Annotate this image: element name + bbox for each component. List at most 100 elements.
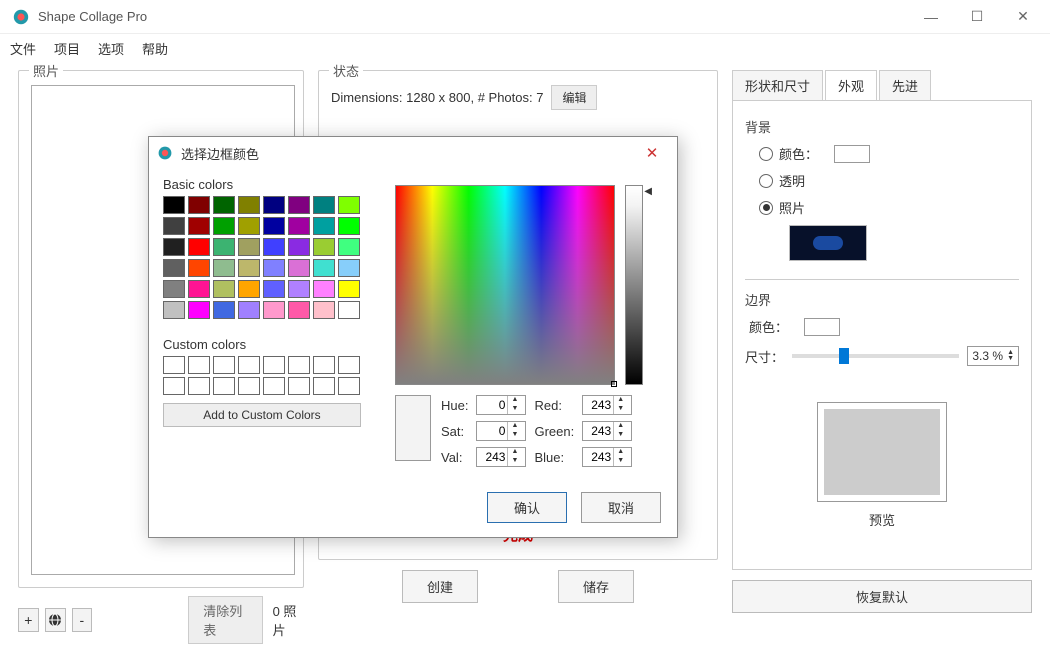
basic-swatch[interactable] [313,280,335,298]
custom-swatch[interactable] [338,377,360,395]
menu-project[interactable]: 项目 [54,39,80,58]
tab-shape-size[interactable]: 形状和尺寸 [732,70,823,101]
bg-color-radio[interactable] [759,147,773,161]
basic-swatch[interactable] [163,259,185,277]
basic-swatch[interactable] [238,196,260,214]
clear-list-button[interactable]: 清除列表 [188,596,262,644]
custom-swatch[interactable] [338,356,360,374]
basic-swatch[interactable] [263,259,285,277]
basic-swatch[interactable] [288,196,310,214]
basic-swatch[interactable] [188,259,210,277]
basic-swatch[interactable] [188,280,210,298]
basic-swatch[interactable] [238,301,260,319]
basic-swatch[interactable] [213,196,235,214]
edit-button[interactable]: 编辑 [551,85,597,110]
cancel-button[interactable]: 取消 [581,492,661,523]
basic-swatch[interactable] [213,280,235,298]
custom-swatch[interactable] [288,377,310,395]
custom-swatch[interactable] [213,356,235,374]
menu-file[interactable]: 文件 [10,39,36,58]
maximize-button[interactable]: ☐ [954,2,1000,32]
basic-swatch[interactable] [188,238,210,256]
custom-swatch[interactable] [188,377,210,395]
spin-down-icon[interactable]: ▼ [1007,356,1014,362]
custom-swatch[interactable] [288,356,310,374]
basic-swatch[interactable] [163,217,185,235]
basic-swatch[interactable] [338,238,360,256]
value-strip[interactable]: ◀ [625,185,643,385]
green-input[interactable]: ▲▼ [582,421,632,441]
basic-swatch[interactable] [338,280,360,298]
add-to-custom-button[interactable]: Add to Custom Colors [163,403,361,427]
color-gradient-picker[interactable] [395,185,615,385]
bg-photo-thumb[interactable] [789,225,867,261]
basic-swatch[interactable] [338,217,360,235]
custom-swatch[interactable] [163,356,185,374]
blue-input[interactable]: ▲▼ [582,447,632,467]
tab-advanced[interactable]: 先进 [879,70,931,101]
custom-swatch[interactable] [263,377,285,395]
basic-swatch[interactable] [213,217,235,235]
custom-swatch[interactable] [238,356,260,374]
hue-input[interactable]: ▲▼ [476,395,526,415]
basic-swatch[interactable] [163,238,185,256]
size-value-input[interactable]: 3.3 % ▲▼ [967,346,1019,366]
basic-swatch[interactable] [263,301,285,319]
create-button[interactable]: 创建 [402,570,478,603]
basic-swatch[interactable] [213,238,235,256]
basic-swatch[interactable] [263,196,285,214]
size-slider[interactable] [792,354,959,358]
border-color-swatch[interactable] [804,318,840,336]
basic-swatch[interactable] [188,301,210,319]
custom-swatch[interactable] [263,356,285,374]
basic-swatch[interactable] [163,301,185,319]
basic-swatch[interactable] [288,259,310,277]
basic-swatch[interactable] [238,259,260,277]
bg-photo-radio[interactable] [759,201,773,215]
basic-swatch[interactable] [338,301,360,319]
basic-swatch[interactable] [188,196,210,214]
close-button[interactable]: ✕ [1000,2,1046,32]
basic-swatch[interactable] [288,217,310,235]
custom-swatch[interactable] [213,377,235,395]
bg-transparent-radio[interactable] [759,174,773,188]
add-photo-button[interactable]: + [18,608,39,632]
dialog-close-button[interactable]: ✕ [635,141,669,165]
basic-swatch[interactable] [288,280,310,298]
val-input[interactable]: ▲▼ [476,447,526,467]
basic-swatch[interactable] [288,301,310,319]
bg-color-swatch[interactable] [834,145,870,163]
basic-swatch[interactable] [313,217,335,235]
basic-swatch[interactable] [238,280,260,298]
restore-defaults-button[interactable]: 恢复默认 [732,580,1032,613]
save-button[interactable]: 储存 [558,570,634,603]
basic-swatch[interactable] [313,301,335,319]
basic-swatch[interactable] [213,259,235,277]
menu-options[interactable]: 选项 [98,39,124,58]
basic-swatch[interactable] [263,238,285,256]
basic-swatch[interactable] [313,196,335,214]
red-input[interactable]: ▲▼ [582,395,632,415]
basic-swatch[interactable] [288,238,310,256]
basic-swatch[interactable] [313,259,335,277]
custom-swatch[interactable] [163,377,185,395]
basic-swatch[interactable] [213,301,235,319]
minimize-button[interactable]: ― [908,2,954,32]
custom-swatch[interactable] [188,356,210,374]
custom-swatch[interactable] [313,356,335,374]
custom-swatch[interactable] [238,377,260,395]
tab-appearance[interactable]: 外观 [825,70,877,101]
basic-swatch[interactable] [263,217,285,235]
basic-swatch[interactable] [163,196,185,214]
basic-swatch[interactable] [338,259,360,277]
menu-help[interactable]: 帮助 [142,39,168,58]
remove-photo-button[interactable]: - [72,608,93,632]
basic-swatch[interactable] [238,217,260,235]
basic-swatch[interactable] [263,280,285,298]
basic-swatch[interactable] [338,196,360,214]
basic-swatch[interactable] [238,238,260,256]
sat-input[interactable]: ▲▼ [476,421,526,441]
basic-swatch[interactable] [163,280,185,298]
ok-button[interactable]: 确认 [487,492,567,523]
basic-swatch[interactable] [188,217,210,235]
